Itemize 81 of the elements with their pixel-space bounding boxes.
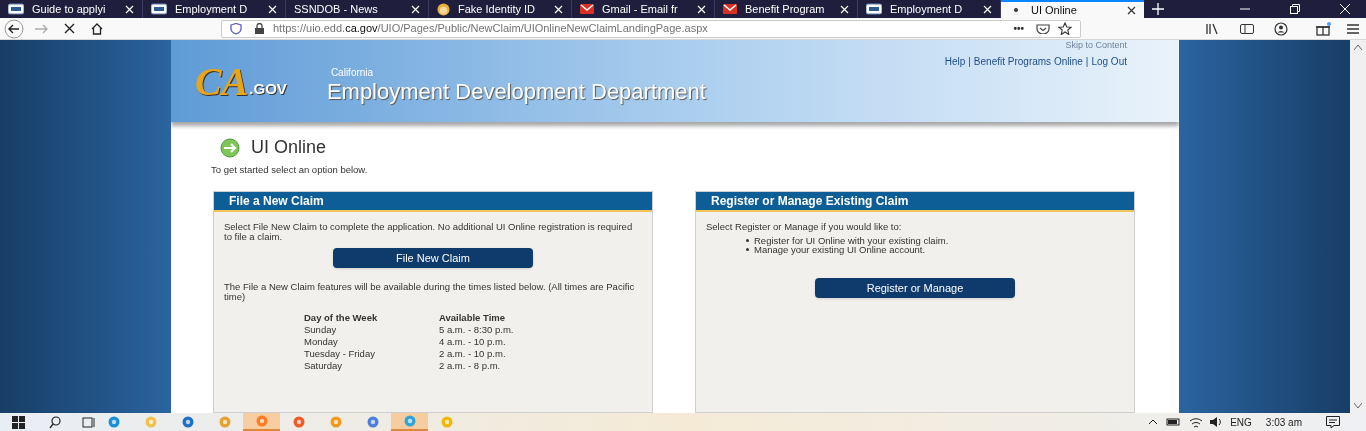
- mail-icon: [580, 3, 594, 15]
- ca-gov-logo: CA.GOV: [195, 62, 287, 102]
- table-cell-text: Sunday: [304, 324, 338, 337]
- windows-start-icon[interactable]: [12, 415, 25, 429]
- loading-icon: [1013, 7, 1019, 13]
- bullet-text: Manage your existing UI Online account.: [754, 245, 926, 255]
- bullet-icon: [746, 248, 749, 252]
- column-header: Available Time: [439, 312, 506, 325]
- battery-icon[interactable]: [1166, 417, 1182, 427]
- table-cell-text: 2 a.m. - 10 p.m.: [439, 348, 507, 361]
- intro-text: To get started select an option below.: [211, 163, 369, 177]
- bullet-icon: [746, 239, 749, 243]
- table-cell-text: 5 a.m. - 8:30 p.m.: [439, 324, 515, 337]
- panel-description: Select Register or Manage if you would like to:: [706, 222, 903, 233]
- more-button[interactable]: •••: [1013, 21, 1024, 36]
- availability-note: The File a New Claim features will be available during the times listed below. (All times are Pacific time): [224, 282, 636, 303]
- mail-icon: [723, 3, 737, 15]
- browser-tab[interactable]: UI Online: [1001, 0, 1144, 18]
- emoji-icon: [437, 2, 450, 16]
- header-link[interactable]: Help: [944, 54, 966, 69]
- new-tab-icon[interactable]: [1152, 3, 1164, 15]
- page-heading: UI Online: [251, 136, 327, 159]
- table-cell-text: Tuesday - Friday: [304, 348, 376, 361]
- back-icon[interactable]: [4, 18, 24, 39]
- bullet-text: Register for UI Online with your existing claim.: [754, 236, 949, 246]
- panel-description: Select File New Claim to complete the application. No additional UI Online registration is required to file a claim.: [224, 222, 634, 243]
- state-name: California: [330, 68, 374, 78]
- home-icon[interactable]: [91, 22, 103, 35]
- scroll-up-icon[interactable]: [1354, 44, 1362, 50]
- claim-button[interactable]: Register or Manage: [815, 278, 1015, 299]
- panel-title: File a New Claim: [214, 192, 652, 213]
- tray-caret-icon[interactable]: [1148, 418, 1159, 426]
- separator: |: [1085, 55, 1089, 69]
- column-header: Day of the Week: [304, 312, 379, 325]
- wifi-icon[interactable]: [1189, 416, 1204, 428]
- url-text[interactable]: https://uio.edd.ca.gov/UIO/Pages/Public/NewClaim/UIOnlineNewClaimLandingPage.aspx: [273, 20, 1006, 37]
- header-link[interactable]: Benefit Programs Online: [973, 54, 1083, 69]
- skip-link[interactable]: Skip to Content: [1065, 40, 1127, 50]
- clock-time[interactable]: 3:03 am: [1265, 414, 1302, 430]
- pocket-icon[interactable]: [1036, 23, 1050, 34]
- menu-icon[interactable]: [1346, 22, 1360, 35]
- lock-icon: [254, 23, 265, 34]
- site-icon: [151, 3, 167, 15]
- department-title: Employment Development Department: [326, 78, 706, 106]
- site-icon: [866, 3, 882, 15]
- sidebar-icon[interactable]: [1240, 22, 1254, 35]
- app-icon: [144, 416, 157, 428]
- close-icon[interactable]: [1127, 5, 1136, 15]
- library-icon[interactable]: [1206, 22, 1218, 35]
- separator: |: [968, 55, 971, 69]
- app-icon: [181, 416, 194, 428]
- scrollbar[interactable]: [1350, 40, 1366, 413]
- app-icon: [440, 416, 453, 428]
- app-icon: [403, 415, 416, 427]
- table-cell-text: Saturday: [304, 360, 344, 373]
- volume-icon[interactable]: [1209, 416, 1223, 428]
- gift-icon[interactable]: [1316, 21, 1332, 36]
- stop-icon[interactable]: [64, 23, 75, 34]
- app-icon: [255, 415, 268, 427]
- language-indicator[interactable]: ENG: [1230, 414, 1252, 430]
- panel-title: Register or Manage Existing Claim: [696, 192, 1134, 213]
- search-icon[interactable]: [49, 415, 62, 429]
- header-link[interactable]: Log Out: [1091, 54, 1127, 69]
- task-view-icon[interactable]: [82, 415, 95, 429]
- notification-icon[interactable]: [1326, 416, 1340, 428]
- restore-icon[interactable]: [1290, 4, 1300, 14]
- table-cell-text: Monday: [304, 336, 339, 349]
- table-cell-text: 2 a.m. - 8 p.m.: [439, 360, 502, 373]
- bookmark-star-icon[interactable]: [1058, 22, 1072, 35]
- account-icon[interactable]: [1274, 21, 1288, 36]
- claim-button[interactable]: File New Claim: [333, 248, 533, 269]
- address-bar[interactable]: https://uio.edd.ca.gov/UIO/Pages/Public/NewClaim/UIOnlineNewClaimLandingPage.aspx •••: [221, 19, 1081, 38]
- table-cell-text: 4 a.m. - 10 p.m.: [439, 336, 507, 349]
- app-icon: [292, 416, 305, 428]
- app-icon: [366, 416, 379, 428]
- shield-icon[interactable]: [230, 22, 242, 35]
- app-icon: [329, 416, 342, 428]
- app-icon: [218, 416, 231, 428]
- app-icon: [107, 416, 120, 428]
- scroll-down-icon[interactable]: [1354, 403, 1362, 409]
- site-icon: [8, 3, 24, 15]
